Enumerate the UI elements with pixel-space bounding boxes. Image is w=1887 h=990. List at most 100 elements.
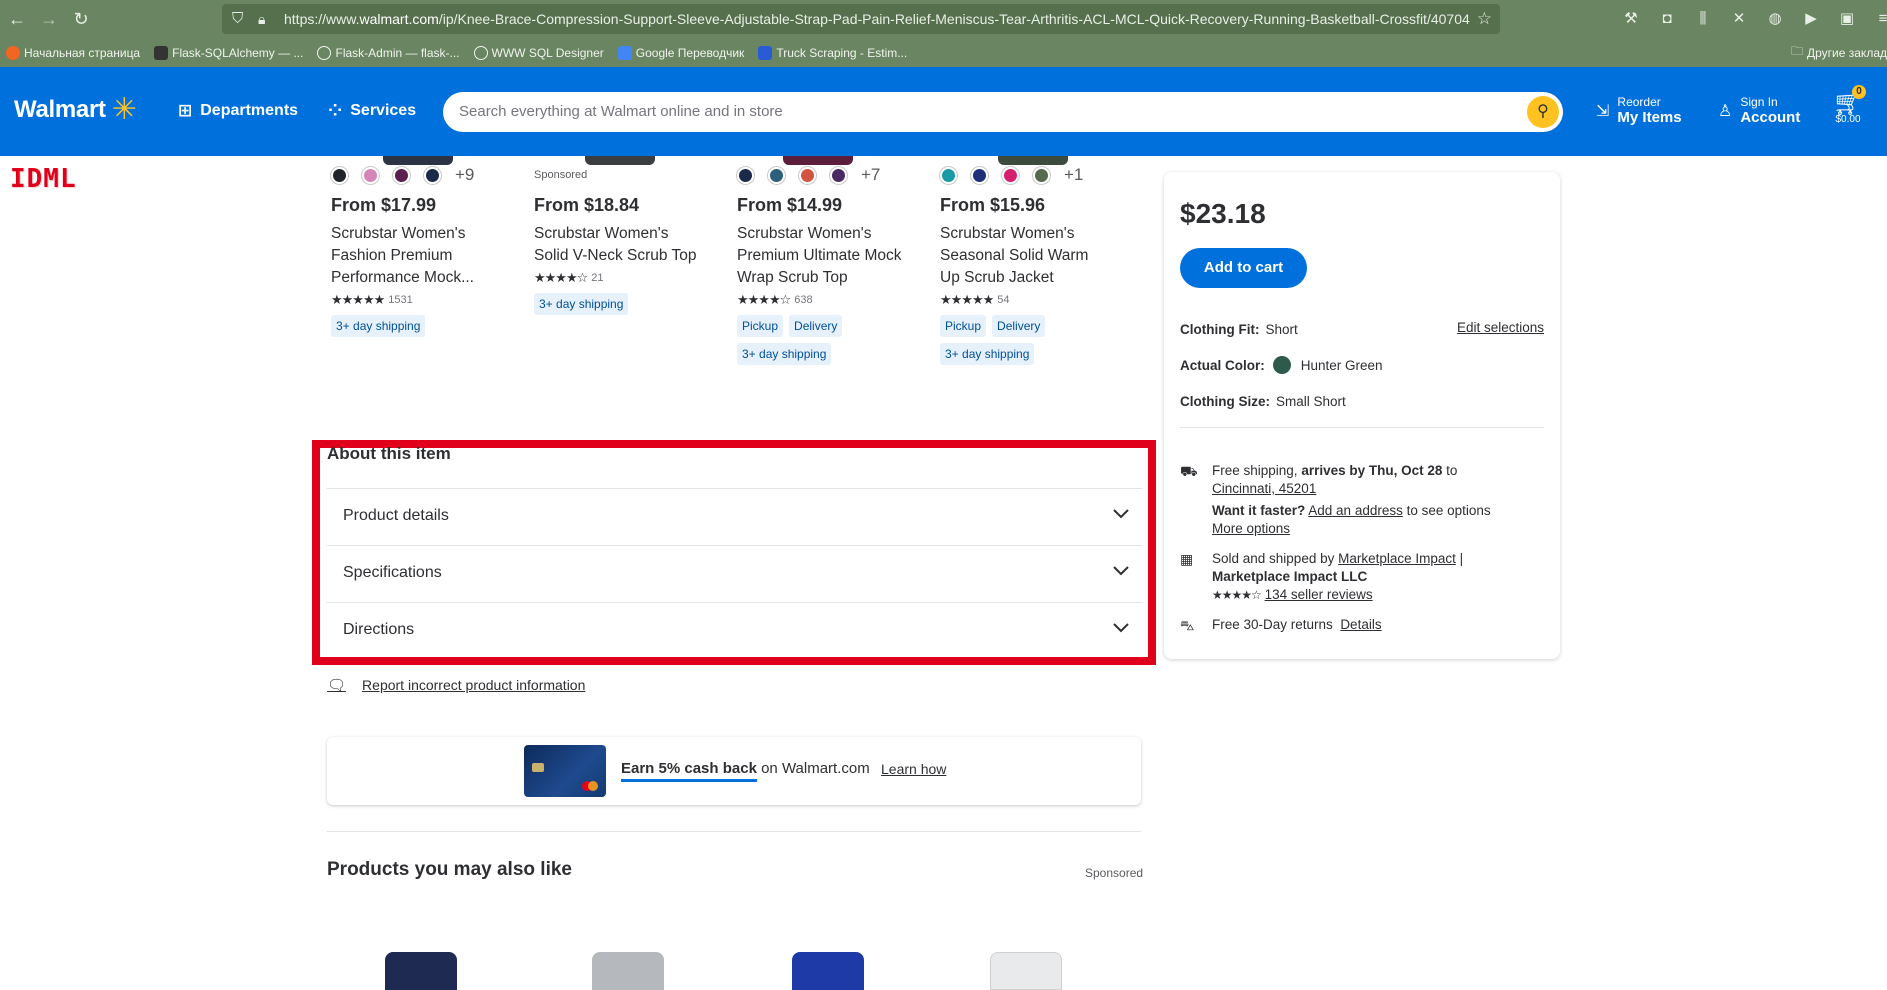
lock-extension-icon[interactable]: ▣ <box>1836 8 1858 30</box>
url-path: /ip/Knee-Brace-Compression-Support-Sleev… <box>438 11 1470 27</box>
video-extension-icon[interactable]: ▶ <box>1800 8 1822 30</box>
edit-selections-link[interactable]: Edit selections <box>1457 320 1544 335</box>
bookmark-item[interactable]: Flask-SQLAlchemy — ... <box>154 42 303 64</box>
product-card[interactable]: +1 From $15.96 Scrubstar Women's Seasona… <box>940 164 1110 365</box>
add-address-link[interactable]: Add an address <box>1308 503 1403 518</box>
store-icon: ▦ <box>1180 551 1194 567</box>
color-swatch[interactable] <box>799 166 816 184</box>
product-name[interactable]: Scrubstar Women's Fashion Premium Perfor… <box>331 223 501 289</box>
product-price: From $17.99 <box>331 195 437 215</box>
location-link[interactable]: Cincinnati, 45201 <box>1212 481 1316 496</box>
reorder-icon: ⇲ <box>1596 102 1610 120</box>
forward-icon[interactable]: → <box>38 8 60 30</box>
reorder-my-items[interactable]: ⇲ Reorder My Items <box>1596 95 1682 126</box>
review-count: 638 <box>794 294 813 306</box>
bookmark-item[interactable]: Начальная страница <box>6 42 140 64</box>
returns-details-link[interactable]: Details <box>1340 617 1381 632</box>
color-swatch[interactable] <box>424 166 441 184</box>
product-thumbnail[interactable] <box>592 952 664 990</box>
shipping-tag: 3+ day shipping <box>534 293 629 315</box>
color-swatch-selected <box>1272 356 1291 374</box>
add-to-cart-button[interactable]: Add to cart <box>1180 248 1307 288</box>
color-swatches: +1 <box>940 164 1110 186</box>
search-input[interactable]: Search everything at Walmart online and … <box>443 92 1563 132</box>
item-price: $23.18 <box>1180 198 1266 229</box>
promo-text: Earn 5% cash back on Walmart.com <box>621 760 870 782</box>
url-prefix: https://www. <box>284 11 360 27</box>
color-swatch[interactable] <box>393 166 410 184</box>
product-rating: ★★★★★ 1531 <box>331 292 501 308</box>
pocket-icon[interactable]: ◘ <box>1656 8 1678 30</box>
search-icon[interactable]: ⚲ <box>1527 96 1559 128</box>
color-swatch[interactable] <box>362 166 379 184</box>
globe-icon <box>473 46 488 60</box>
google-translate-icon <box>617 46 632 60</box>
services-button[interactable]: ⁘ Services <box>328 101 416 121</box>
product-thumbnail[interactable] <box>385 952 457 990</box>
bookmark-star-icon[interactable]: ☆ <box>1477 4 1492 34</box>
cart-button[interactable]: 🛒︎ 0 $0.00 <box>1828 85 1868 125</box>
user-icon: ♙ <box>1718 102 1733 120</box>
accordion-directions[interactable]: Directions <box>327 602 1142 658</box>
menu-icon[interactable]: ≡ <box>1872 8 1887 30</box>
wrench-icon[interactable]: ⚒ <box>1620 8 1642 30</box>
library-icon[interactable]: ⫼ <box>1692 8 1714 30</box>
sign-in-account[interactable]: ♙ Sign In Account <box>1718 95 1800 126</box>
review-count: 21 <box>591 272 604 284</box>
truck-icon <box>758 46 773 60</box>
capital-one-promo[interactable]: Earn 5% cash back on Walmart.com Learn h… <box>327 737 1141 805</box>
color-swatch[interactable] <box>737 166 754 184</box>
walmart-logo[interactable]: Walmart ✳ <box>14 95 137 125</box>
departments-button[interactable]: ⊞ Departments <box>178 101 298 121</box>
color-swatch[interactable] <box>940 166 957 184</box>
color-swatch[interactable] <box>1002 166 1019 184</box>
product-price: From $18.84 <box>534 195 640 215</box>
chevron-down-icon <box>1113 509 1129 519</box>
color-swatch[interactable] <box>768 166 785 184</box>
grid-icon: ⊞ <box>178 101 193 120</box>
bookmark-item[interactable]: Google Переводчик <box>617 42 744 64</box>
product-thumbnail[interactable] <box>990 952 1062 990</box>
product-name[interactable]: Scrubstar Women's Premium Ultimate Mock … <box>737 223 907 289</box>
credit-card-image <box>524 745 606 797</box>
globe-icon[interactable]: ◍ <box>1764 8 1786 30</box>
firefox-icon <box>6 46 20 60</box>
extension-x-icon[interactable]: ✕ <box>1728 8 1750 30</box>
actual-color: Actual Color: Hunter Green <box>1180 356 1383 374</box>
color-swatch[interactable] <box>971 166 988 184</box>
bookmark-item[interactable]: Flask-Admin — flask-... <box>317 42 460 64</box>
product-card[interactable]: +7 From $14.99 Scrubstar Women's Premium… <box>737 164 907 365</box>
seller-link[interactable]: Marketplace Impact <box>1338 551 1456 566</box>
accordion-product-details[interactable]: Product details <box>327 488 1142 544</box>
product-name[interactable]: Scrubstar Women's Solid V-Neck Scrub Top <box>534 223 704 267</box>
rating-stars: ★★★★☆ <box>737 292 791 307</box>
other-bookmarks[interactable]: 🗀︎ Другие заклад <box>1791 42 1887 63</box>
clothing-size: Clothing Size: Small Short <box>1180 394 1346 409</box>
chevron-down-icon <box>1113 566 1129 576</box>
product-name[interactable]: Scrubstar Women's Seasonal Solid Warm Up… <box>940 223 1110 289</box>
address-bar[interactable]: ⛉ 🔒︎ https://www.walmart.com/ip/Knee-Bra… <box>222 4 1500 34</box>
product-card[interactable]: +9 From $17.99 Scrubstar Women's Fashion… <box>331 164 501 337</box>
color-swatch[interactable] <box>331 166 348 184</box>
seller-reviews-link[interactable]: 134 seller reviews <box>1265 587 1373 602</box>
folder-icon: 🗀︎ <box>1790 44 1803 58</box>
report-incorrect-info-link[interactable]: 🗨︎ Report incorrect product information <box>327 676 585 694</box>
product-thumbnail[interactable] <box>792 952 864 990</box>
reload-icon[interactable]: ↻ <box>70 8 92 30</box>
color-swatch[interactable] <box>1033 166 1050 184</box>
product-card[interactable]: Sponsored From $18.84 Scrubstar Women's … <box>534 164 704 315</box>
buy-box: $23.18 Add to cart Clothing Fit: Short Ed… <box>1164 172 1560 659</box>
more-colors: +7 <box>861 165 881 184</box>
color-swatches: +9 <box>331 164 501 186</box>
learn-how-link[interactable]: Learn how <box>881 761 946 777</box>
globe-icon <box>317 46 332 60</box>
bookmark-item[interactable]: WWW SQL Designer <box>473 42 604 64</box>
accordion-specifications[interactable]: Specifications <box>327 545 1142 601</box>
bookmark-item[interactable]: Truck Scraping - Estim... <box>758 42 907 64</box>
color-swatch[interactable] <box>830 166 847 184</box>
back-icon[interactable]: ← <box>6 8 28 30</box>
more-options-link[interactable]: More options <box>1212 521 1290 536</box>
more-colors: +1 <box>1064 165 1084 184</box>
rating-stars: ★★★★★ <box>940 292 994 307</box>
delivery-tag: Delivery <box>789 315 843 337</box>
